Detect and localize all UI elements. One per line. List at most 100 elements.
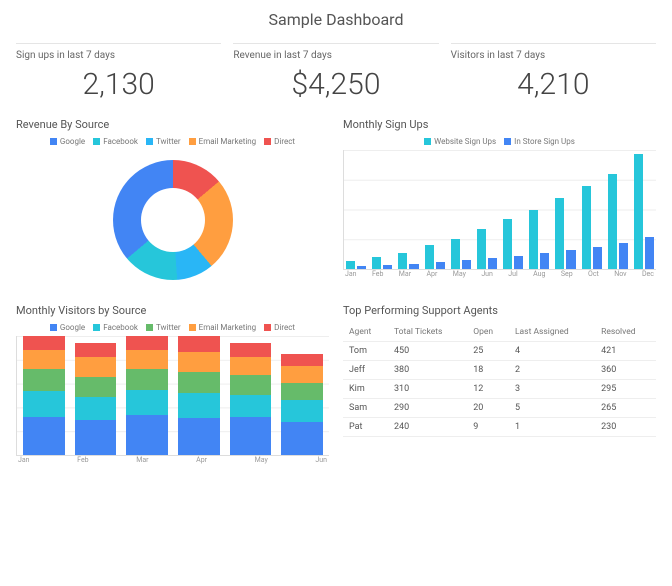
table-row: Jeff380182360: [343, 361, 656, 380]
x-tick: Sep: [561, 270, 573, 278]
revenue-by-source-title: Revenue By Source: [16, 118, 329, 131]
legend-v-facebook: Facebook: [93, 323, 138, 332]
table-header-cell: Last Assigned: [509, 323, 595, 342]
bar-group: [425, 150, 445, 269]
x-tick: Nov: [614, 270, 626, 278]
table-header-cell: Resolved: [595, 323, 656, 342]
page-title: Sample Dashboard: [16, 10, 656, 29]
segment-direct: [126, 336, 168, 350]
table-header-cell: Open: [467, 323, 509, 342]
segment-google: [75, 420, 117, 455]
segment-twitter: [281, 383, 323, 401]
kpi-visitors: Visitors in last 7 days 4,210: [451, 43, 656, 102]
x-tick: May: [453, 270, 466, 278]
x-tick: Feb: [77, 456, 88, 464]
bar-instore: [566, 250, 575, 269]
segment-direct: [178, 336, 220, 351]
stacked-bar: [178, 336, 220, 455]
bar-group: [503, 150, 523, 269]
table-row: Kim310123295: [343, 380, 656, 399]
bar-website: [346, 261, 355, 269]
monthly-visitors-legend: Google Facebook Twitter Email Marketing …: [16, 323, 329, 332]
table-header-cell: Total Tickets: [388, 323, 467, 342]
table-cell: 1: [509, 418, 595, 437]
legend-v-twitter: Twitter: [146, 323, 181, 332]
stacked-bar: [126, 336, 168, 455]
bar-group: [398, 150, 418, 269]
segment-direct: [23, 336, 65, 350]
segment-email-marketing: [23, 350, 65, 369]
legend-email: Email Marketing: [189, 137, 257, 146]
bar-group: [372, 150, 392, 269]
bar-website: [608, 174, 617, 269]
x-tick: Oct: [588, 270, 599, 278]
segment-email-marketing: [230, 357, 272, 375]
bar-group: [477, 150, 497, 269]
x-tick: May: [255, 456, 268, 464]
bar-website: [398, 253, 407, 269]
x-tick: Feb: [372, 270, 383, 278]
table-cell: Tom: [343, 342, 388, 361]
revenue-by-source-card: Revenue By Source Google Facebook Twitte…: [16, 118, 329, 290]
table-cell: 421: [595, 342, 656, 361]
table-cell: 380: [388, 361, 467, 380]
segment-facebook: [23, 391, 65, 417]
segment-facebook: [126, 390, 168, 415]
x-tick: Apr: [196, 456, 207, 464]
segment-facebook: [281, 400, 323, 422]
segment-google: [178, 418, 220, 455]
bar-instore: [619, 243, 628, 269]
table-row: Pat24091230: [343, 418, 656, 437]
table-cell: 3: [509, 380, 595, 399]
kpi-row: Sign ups in last 7 days 2,130 Revenue in…: [16, 43, 656, 102]
bar-instore: [462, 260, 471, 269]
table-cell: 360: [595, 361, 656, 380]
bar-website: [503, 219, 512, 269]
x-tick: Jan: [345, 270, 357, 278]
legend-website-signups: Website Sign Ups: [424, 137, 496, 146]
x-tick: Jun: [315, 456, 327, 464]
x-tick: Jul: [508, 270, 517, 278]
bar-group: [346, 150, 366, 269]
table-cell: 230: [595, 418, 656, 437]
x-tick: Mar: [399, 270, 411, 278]
table-cell: 295: [595, 380, 656, 399]
kpi-visitors-label: Visitors in last 7 days: [451, 50, 656, 61]
table-cell: 18: [467, 361, 509, 380]
bar-group: [608, 150, 628, 269]
table-row: Sam290205265: [343, 399, 656, 418]
revenue-by-source-legend: Google Facebook Twitter Email Marketing …: [16, 137, 329, 146]
table-cell: 12: [467, 380, 509, 399]
table-cell: 5: [509, 399, 595, 418]
bar-instore: [645, 237, 654, 269]
segment-google: [126, 415, 168, 455]
legend-twitter: Twitter: [146, 137, 181, 146]
x-tick: Apr: [426, 270, 437, 278]
segment-twitter: [75, 377, 117, 398]
legend-instore-signups: In Store Sign Ups: [504, 137, 575, 146]
segment-facebook: [178, 393, 220, 418]
bar-instore: [540, 253, 549, 269]
legend-v-direct: Direct: [264, 323, 295, 332]
segment-direct: [75, 343, 117, 357]
segment-email-marketing: [281, 366, 323, 382]
kpi-revenue: Revenue in last 7 days $4,250: [233, 43, 438, 102]
segment-twitter: [126, 369, 168, 389]
table-cell: 20: [467, 399, 509, 418]
bar-website: [582, 186, 591, 269]
table-cell: 240: [388, 418, 467, 437]
monthly-visitors-bar-chart: [16, 336, 329, 456]
table-cell: Kim: [343, 380, 388, 399]
bar-website: [529, 210, 538, 270]
table-header-row: AgentTotal TicketsOpenLast AssignedResol…: [343, 323, 656, 342]
top-agents-table: AgentTotal TicketsOpenLast AssignedResol…: [343, 323, 656, 437]
segment-google: [281, 422, 323, 455]
x-tick: Dec: [642, 270, 654, 278]
segment-google: [23, 417, 65, 455]
segment-google: [230, 417, 272, 455]
bar-website: [451, 239, 460, 269]
legend-direct: Direct: [264, 137, 295, 146]
table-cell: 290: [388, 399, 467, 418]
bar-instore: [593, 247, 602, 269]
segment-facebook: [230, 395, 272, 417]
